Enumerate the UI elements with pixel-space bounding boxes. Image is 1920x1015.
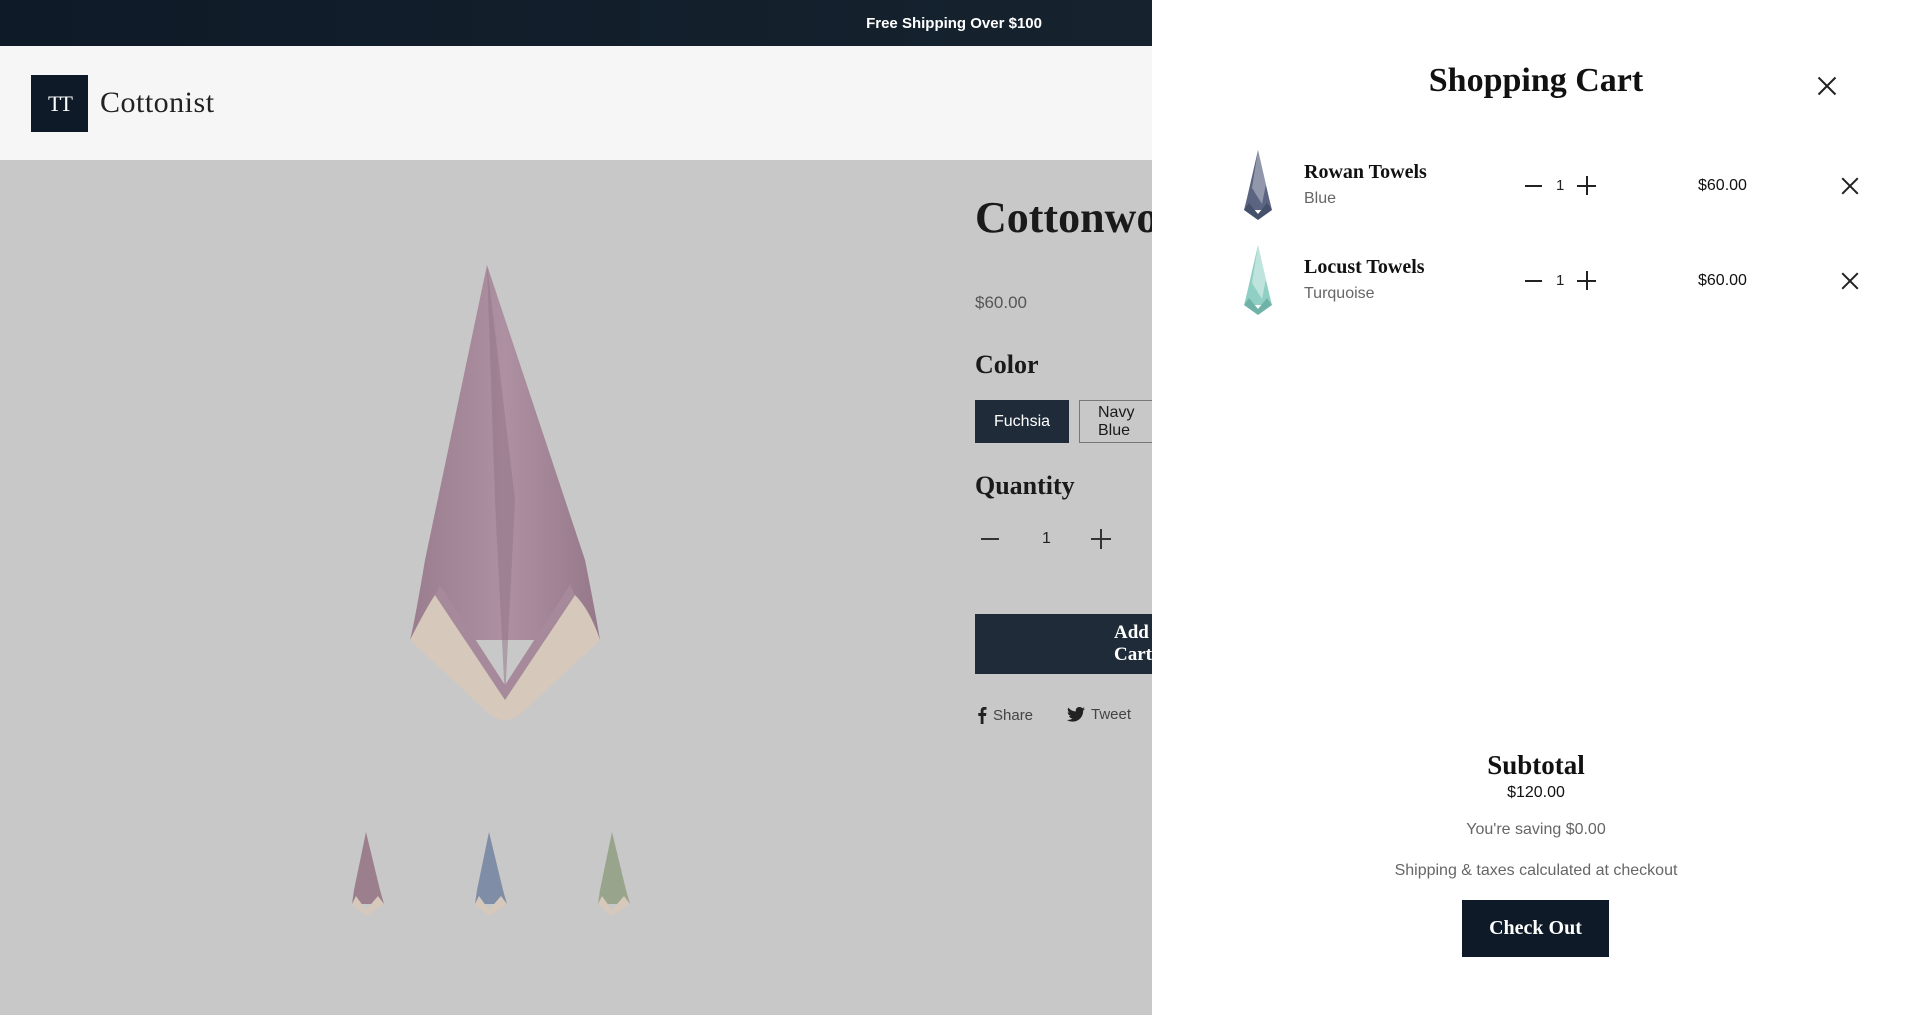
shipping-note: Shipping & taxes calculated at checkout [1394,862,1678,879]
logo-mark[interactable]: TT [31,75,88,132]
subtotal-value: $120.00 [1507,784,1565,801]
logo-text[interactable]: Cottonist [100,86,215,120]
share-facebook-link[interactable]: Share [977,706,1033,724]
minus-icon[interactable] [1525,185,1542,187]
minus-icon[interactable] [981,538,999,540]
site-header: TT Cottonist [0,46,1152,160]
cart-item-name[interactable]: Locust Towels [1304,256,1425,279]
cart-item-quantity[interactable]: 1 [1556,177,1564,194]
color-option-fuchsia[interactable]: Fuchsia [975,400,1070,443]
subtotal-heading: Subtotal [1487,750,1585,780]
quantity-heading: Quantity [975,471,1075,500]
cart-item: Locust Towels Turquoise 1 $60.00 [1152,243,1920,323]
cart-title: Shopping Cart [1428,62,1644,99]
quantity-stepper: 1 [975,524,1135,554]
facebook-icon [978,707,987,724]
close-icon[interactable] [1815,74,1839,98]
cart-item-variant: Turquoise [1304,285,1375,302]
product-price: $60.00 [975,293,1027,312]
announcement-bar: Free Shipping Over $100 [0,0,1152,46]
color-heading: Color [975,350,1039,379]
tweet-label: Tweet [1091,706,1132,723]
product-thumbnail[interactable] [348,830,388,918]
cart-drawer: Shopping Cart Rowan Towels Blue 1 $60.00… [1152,0,1920,1015]
saving-text: You're saving $0.00 [1466,821,1606,838]
cart-item: Rowan Towels Blue 1 $60.00 [1152,148,1920,228]
cart-item-price: $60.00 [1698,177,1747,194]
cart-item-image[interactable] [1240,148,1276,222]
quantity-value[interactable]: 1 [1042,530,1051,548]
plus-icon[interactable] [1577,176,1596,195]
cart-item-variant: Blue [1304,190,1337,207]
announcement-text: Free Shipping Over $100 [866,14,1042,32]
remove-item-icon[interactable] [1839,270,1861,292]
product-thumbnail[interactable] [594,830,634,918]
cart-item-name[interactable]: Rowan Towels [1304,161,1427,184]
twitter-icon [1067,707,1085,722]
add-to-cart-button[interactable]: Add to Cart [975,614,1175,674]
share-twitter-link[interactable]: Tweet [1067,706,1131,723]
remove-item-icon[interactable] [1839,175,1861,197]
product-area [0,160,1152,1015]
share-label: Share [993,706,1034,724]
plus-icon[interactable] [1577,271,1596,290]
product-main-image [410,265,600,720]
cart-item-price: $60.00 [1698,272,1747,289]
checkout-button[interactable]: Check Out [1462,900,1609,957]
cart-item-quantity[interactable]: 1 [1556,272,1564,289]
plus-icon[interactable] [1091,529,1111,549]
minus-icon[interactable] [1525,280,1542,282]
cart-item-image[interactable] [1240,243,1276,317]
checkout-label: Check Out [1489,917,1582,939]
product-thumbnail[interactable] [471,830,511,918]
